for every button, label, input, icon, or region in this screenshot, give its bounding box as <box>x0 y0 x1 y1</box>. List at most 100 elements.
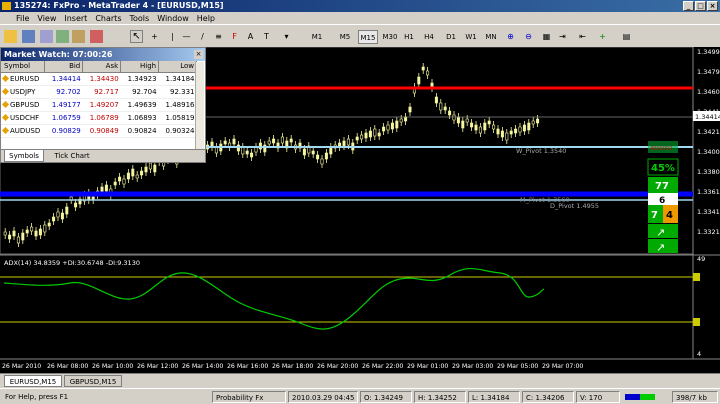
candle-body <box>355 136 359 141</box>
candle-body <box>408 106 412 113</box>
candle-body <box>272 138 276 144</box>
chart-shift-icon[interactable]: ⇤ <box>576 30 589 43</box>
fibonacci-icon[interactable]: F <box>228 30 241 43</box>
tab-gbpusd-m15[interactable]: GBPUSD,M15 <box>64 375 122 387</box>
candle-body <box>395 120 399 129</box>
menu-tools[interactable]: Tools <box>129 14 157 23</box>
status-close: C: 1.34206 <box>522 391 574 403</box>
status-bar: For Help, press F1 Probability Fx 2010.0… <box>0 388 720 404</box>
profiles-icon[interactable] <box>22 30 35 43</box>
vertical-line-icon[interactable]: | <box>166 30 179 43</box>
market-watch-scrollbar[interactable] <box>195 62 204 150</box>
column-header-high[interactable]: High <box>120 61 160 73</box>
maximize-button[interactable]: □ <box>695 1 706 11</box>
timeframe-h1[interactable]: H1 <box>400 30 418 44</box>
indicator-axis-bottom: 4 <box>697 350 701 358</box>
column-header-ask[interactable]: Ask <box>82 61 122 73</box>
candle-body <box>60 212 64 220</box>
channel-icon[interactable]: ≡ <box>212 30 225 43</box>
minimize-button[interactable]: _ <box>683 1 694 11</box>
candle-body <box>483 122 487 131</box>
bid-cell: 92.702 <box>44 85 83 99</box>
time-axis-label: 29 Mar 01:00 <box>407 363 448 370</box>
market-watch-window[interactable]: Market Watch: 07:00:26 × Symbol Bid Ask … <box>0 47 206 163</box>
symbol-cell: USDCHF <box>1 111 45 125</box>
text-icon[interactable]: A <box>244 30 257 43</box>
title-bar: 135274: FxPro - MetaTrader 4 - [EURUSD,M… <box>0 0 720 12</box>
candle-body <box>232 138 236 145</box>
candle-body <box>316 154 320 160</box>
indicator-axis-top: 49 <box>697 255 705 263</box>
navigator-icon[interactable] <box>56 30 69 43</box>
table-row[interactable]: USDCHF 1.06759 1.06789 1.06893 1.05819 <box>1 111 197 125</box>
candle-body <box>131 168 135 177</box>
menu-help[interactable]: Help <box>197 14 223 23</box>
timeframe-d1[interactable]: D1 <box>442 30 460 44</box>
candle-body <box>386 124 390 131</box>
candle-body <box>443 106 447 111</box>
symbol-icon <box>1 126 10 134</box>
templates-icon[interactable]: ▤ <box>620 30 633 43</box>
table-row[interactable]: GBPUSD 1.49177 1.49207 1.49639 1.48916 <box>1 98 197 112</box>
market-watch-icon[interactable] <box>40 30 53 43</box>
candle-body <box>536 118 540 124</box>
candle-body <box>104 184 108 192</box>
status-high: H: 1.34252 <box>414 391 466 403</box>
timeframe-mn[interactable]: MN <box>482 30 500 44</box>
tab-eurusd-m15[interactable]: EURUSD,M15 <box>4 375 62 387</box>
menu-window[interactable]: Window <box>157 14 197 23</box>
indicators-icon[interactable]: + <box>596 30 609 43</box>
timeframe-m1[interactable]: M1 <box>308 30 326 44</box>
label-icon[interactable]: T <box>260 30 273 43</box>
candle-body <box>487 120 491 125</box>
close-icon[interactable]: × <box>194 50 203 59</box>
candle-body <box>8 234 12 240</box>
tab-symbols[interactable]: Symbols <box>4 150 44 162</box>
trendline-icon[interactable]: / <box>196 30 209 43</box>
candle-body <box>531 120 535 125</box>
table-row[interactable]: EURUSD 1.34414 1.34430 1.34923 1.34184 <box>1 72 197 86</box>
menu-insert[interactable]: Insert <box>64 14 95 23</box>
timeframe-m5[interactable]: M5 <box>336 30 354 44</box>
column-header-bid[interactable]: Bid <box>44 61 84 73</box>
candle-body <box>514 128 518 134</box>
timeframe-w1[interactable]: W1 <box>462 30 480 44</box>
menu-charts[interactable]: Charts <box>95 14 129 23</box>
candle-body <box>417 76 421 85</box>
horizontal-line-icon[interactable]: — <box>180 30 193 43</box>
tab-tick-chart[interactable]: Tick Chart <box>47 150 97 162</box>
arrows-icon[interactable]: ▾ <box>280 30 293 43</box>
time-axis-label: 26 Mar 10:00 <box>92 363 133 370</box>
candle-body <box>267 140 271 145</box>
tile-icon[interactable]: ▦ <box>540 30 553 43</box>
menu-view[interactable]: View <box>37 14 64 23</box>
price-axis-label: 1.33805 <box>697 168 720 176</box>
timeframe-m15[interactable]: M15 <box>358 30 378 44</box>
table-row[interactable]: USDJPY 92.702 92.717 92.704 92.331 <box>1 85 197 99</box>
column-header-symbol[interactable]: Symbol <box>1 61 46 73</box>
table-row[interactable]: AUDUSD 0.90829 0.90849 0.90824 0.90324 <box>1 124 197 138</box>
zoom-out-icon[interactable]: ⊖ <box>522 30 535 43</box>
candle-body <box>346 138 350 146</box>
candle-body <box>302 148 306 156</box>
menu-file[interactable]: File <box>16 14 37 23</box>
candle-body <box>320 158 324 165</box>
timeframe-h4[interactable]: H4 <box>420 30 438 44</box>
arrow-up-right-icon: ↗ <box>656 241 665 254</box>
column-header-low[interactable]: Low <box>158 61 197 73</box>
price-axis-label: 1.34795 <box>697 68 720 76</box>
strategy-tester-icon[interactable] <box>90 30 103 43</box>
timeframe-m30[interactable]: M30 <box>380 30 400 44</box>
new-chart-icon[interactable] <box>4 30 17 43</box>
crosshair-icon[interactable]: + <box>148 30 161 43</box>
status-help: For Help, press F1 <box>5 393 69 401</box>
close-button[interactable]: × <box>707 1 718 11</box>
terminal-icon[interactable] <box>72 30 85 43</box>
cursor-icon[interactable]: ↖ <box>130 30 143 43</box>
candle-body <box>223 140 227 145</box>
symbol-cell: USDJPY <box>1 85 45 99</box>
candle-body <box>527 122 531 131</box>
time-axis-label: 26 Mar 12:00 <box>137 363 178 370</box>
autoscroll-icon[interactable]: ⇥ <box>556 30 569 43</box>
zoom-in-icon[interactable]: ⊕ <box>504 30 517 43</box>
